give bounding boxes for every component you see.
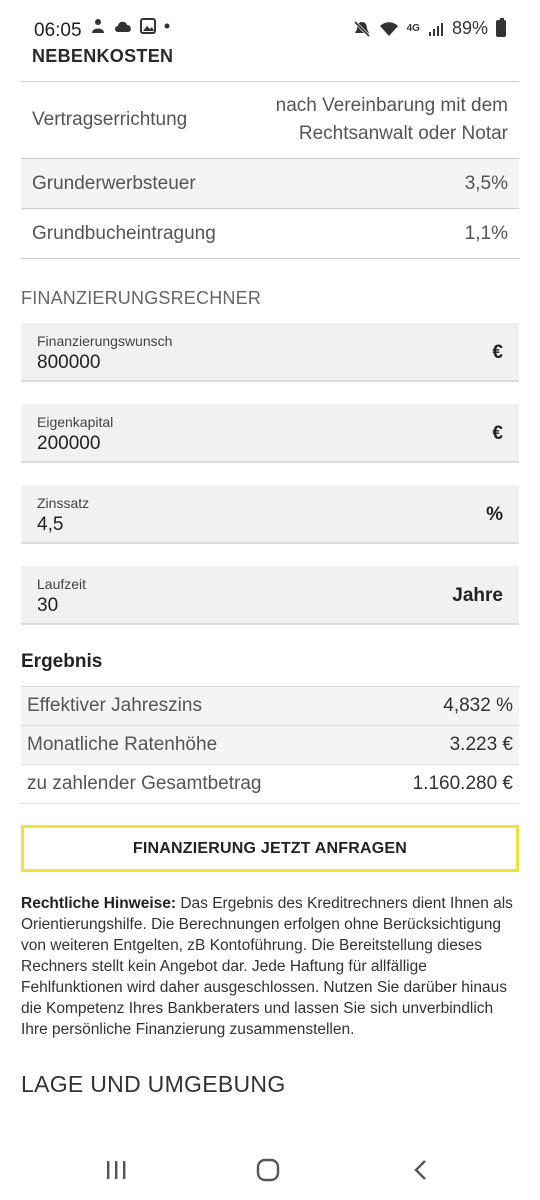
status-time: 06:05	[34, 20, 82, 41]
result-label: Monatliche Ratenhöhe	[27, 734, 218, 755]
cost-table: Vertragserrichtung nach Vereinbarung mit…	[21, 81, 519, 259]
status-right: 4G 89%	[353, 18, 506, 39]
field-unit: €	[492, 342, 503, 363]
interest-rate-field[interactable]: Zinssatz 4,5 %	[21, 485, 519, 544]
cost-label: Grunderwerbsteuer	[32, 172, 196, 194]
signal-icon	[428, 22, 443, 36]
cost-value-line2: Rechtsanwalt oder Notar	[298, 123, 508, 144]
field-label: Eigenkapital	[37, 414, 114, 430]
person-icon	[92, 19, 104, 33]
cost-row: Grunderwerbsteuer 3,5%	[21, 159, 519, 209]
mute-icon	[353, 20, 370, 37]
field-value[interactable]: 4,5	[37, 514, 63, 536]
status-left-icons	[90, 18, 171, 34]
field-label: Laufzeit	[37, 576, 87, 592]
equity-field[interactable]: Eigenkapital 200000 €	[21, 404, 519, 463]
section-header: NEBENKOSTEN	[32, 46, 174, 66]
result-label: zu zahlender Gesamtbetrag	[27, 773, 262, 794]
back-button[interactable]	[400, 1154, 440, 1186]
battery-percent: 89%	[451, 18, 488, 38]
field-unit: %	[486, 504, 503, 525]
result-table: Effektiver Jahreszins 4,832 % Monatliche…	[21, 686, 519, 804]
cost-value: 3,5%	[464, 172, 508, 194]
recents-button[interactable]	[96, 1154, 136, 1186]
field-value[interactable]: 800000	[37, 352, 100, 374]
field-unit: Jahre	[452, 585, 503, 606]
home-button[interactable]	[248, 1154, 288, 1186]
cost-row: Grundbucheintragung 1,1%	[21, 209, 519, 259]
navigation-bar	[0, 1140, 540, 1200]
cost-label: Grundbucheintragung	[32, 222, 216, 244]
cost-value-line1: nach Vereinbarung mit dem	[275, 95, 508, 116]
wifi-icon	[379, 21, 398, 36]
calculator-title: FINANZIERUNGSRECHNER	[21, 288, 262, 308]
back-icon	[414, 1160, 426, 1180]
result-row: zu zahlender Gesamtbetrag 1.160.280 €	[21, 765, 519, 804]
network-label: 4G	[406, 23, 420, 34]
result-value: 3.223 €	[449, 734, 513, 755]
field-value[interactable]: 30	[37, 595, 58, 617]
dot-icon	[164, 23, 170, 29]
financing-amount-field[interactable]: Finanzierungswunsch 800000 €	[21, 323, 519, 382]
cost-value: nach Vereinbarung mit dem Rechtsanwalt o…	[276, 92, 508, 148]
legal-notice: Rechtliche Hinweise: Das Ergebnis des Kr…	[21, 893, 521, 1040]
legal-heading: Rechtliche Hinweise:	[21, 895, 177, 912]
cost-row: Vertragserrichtung nach Vereinbarung mit…	[21, 82, 519, 159]
field-label: Zinssatz	[37, 495, 90, 511]
result-row: Effektiver Jahreszins 4,832 %	[21, 687, 519, 726]
result-value: 1.160.280 €	[412, 773, 513, 794]
result-title: Ergebnis	[21, 651, 103, 672]
result-label: Effektiver Jahreszins	[27, 695, 202, 716]
field-unit: €	[492, 423, 503, 444]
field-value[interactable]: 200000	[37, 433, 100, 455]
home-icon	[256, 1158, 280, 1182]
battery-icon	[496, 18, 506, 37]
image-icon	[140, 18, 156, 34]
term-field[interactable]: Laufzeit 30 Jahre	[21, 566, 519, 625]
field-label: Finanzierungswunsch	[37, 333, 173, 349]
location-section-title: LAGE UND UMGEBUNG	[21, 1071, 286, 1097]
cost-value: 1,1%	[464, 222, 508, 244]
result-value: 4,832 %	[443, 695, 513, 716]
cloud-icon	[115, 21, 131, 32]
legal-text: Das Ergebnis des Kreditrechners dient Ih…	[21, 895, 513, 1038]
cost-label: Vertragserrichtung	[32, 109, 188, 130]
recents-icon	[107, 1161, 126, 1179]
request-financing-button[interactable]: FINANZIERUNG JETZT ANFRAGEN	[21, 825, 519, 872]
result-row: Monatliche Ratenhöhe 3.223 €	[21, 726, 519, 765]
